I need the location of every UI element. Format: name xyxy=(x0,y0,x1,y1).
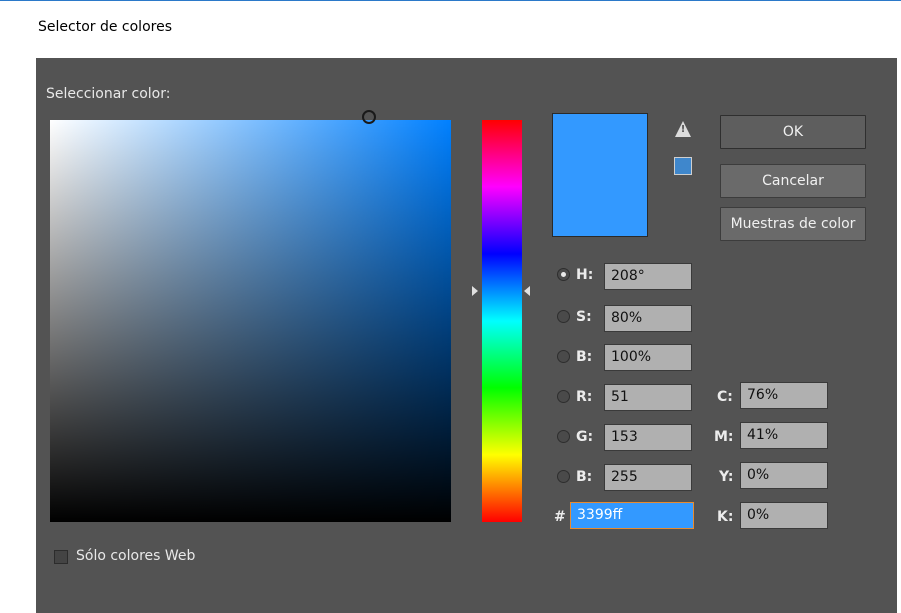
label-blue: B: xyxy=(576,469,593,485)
window-left-margin xyxy=(0,58,36,613)
hex-label: # xyxy=(554,509,566,525)
title-bar[interactable]: Selector de colores xyxy=(0,0,901,58)
label-magenta: M: xyxy=(714,429,734,445)
label-yellow: Y: xyxy=(719,469,734,485)
radio-hue[interactable] xyxy=(557,268,570,281)
color-swatches-button[interactable]: Muestras de color xyxy=(720,207,866,241)
saturation-input[interactable]: 80% xyxy=(604,305,692,332)
hue-slider[interactable] xyxy=(482,120,522,522)
select-color-label: Seleccionar color: xyxy=(46,86,171,102)
radio-green[interactable] xyxy=(557,430,570,443)
web-colors-only-checkbox[interactable] xyxy=(54,550,68,564)
label-red: R: xyxy=(576,389,593,405)
web-colors-only-label: Sólo colores Web xyxy=(76,548,196,564)
radio-red[interactable] xyxy=(557,390,570,403)
label-black: K: xyxy=(717,509,734,525)
hue-input[interactable]: 208° xyxy=(604,263,692,290)
label-cyan: C: xyxy=(717,389,733,405)
window-title: Selector de colores xyxy=(38,19,172,35)
window-right-margin xyxy=(897,58,901,613)
radio-blue[interactable] xyxy=(557,470,570,483)
radio-brightness[interactable] xyxy=(557,350,570,363)
radio-saturation[interactable] xyxy=(557,310,570,323)
black-input[interactable]: 0% xyxy=(740,502,828,529)
blue-input[interactable]: 255 xyxy=(604,464,692,491)
hue-slider-left-handle-icon[interactable] xyxy=(472,286,478,296)
red-input[interactable]: 51 xyxy=(604,384,692,411)
magenta-input[interactable]: 41% xyxy=(740,422,828,449)
label-saturation: S: xyxy=(576,309,592,325)
label-green: G: xyxy=(576,429,594,445)
label-hue: H: xyxy=(576,267,594,283)
ok-button[interactable]: OK xyxy=(720,115,866,149)
brightness-input[interactable]: 100% xyxy=(604,344,692,371)
warning-exclamation-mark: ! xyxy=(680,124,686,135)
color-field-marker[interactable] xyxy=(362,110,376,124)
cyan-input[interactable]: 76% xyxy=(740,382,828,409)
label-brightness: B: xyxy=(576,349,593,365)
web-safe-color-swatch[interactable] xyxy=(674,157,692,175)
green-input[interactable]: 153 xyxy=(604,424,692,451)
color-picker-dialog: Selector de colores Seleccionar color: !… xyxy=(0,0,901,613)
saturation-brightness-field[interactable] xyxy=(50,120,451,522)
hex-input[interactable]: 3399ff xyxy=(570,502,694,529)
cancel-button[interactable]: Cancelar xyxy=(720,164,866,198)
current-color-swatch xyxy=(552,113,648,237)
hue-slider-right-handle-icon[interactable] xyxy=(524,286,530,296)
yellow-input[interactable]: 0% xyxy=(740,462,828,489)
